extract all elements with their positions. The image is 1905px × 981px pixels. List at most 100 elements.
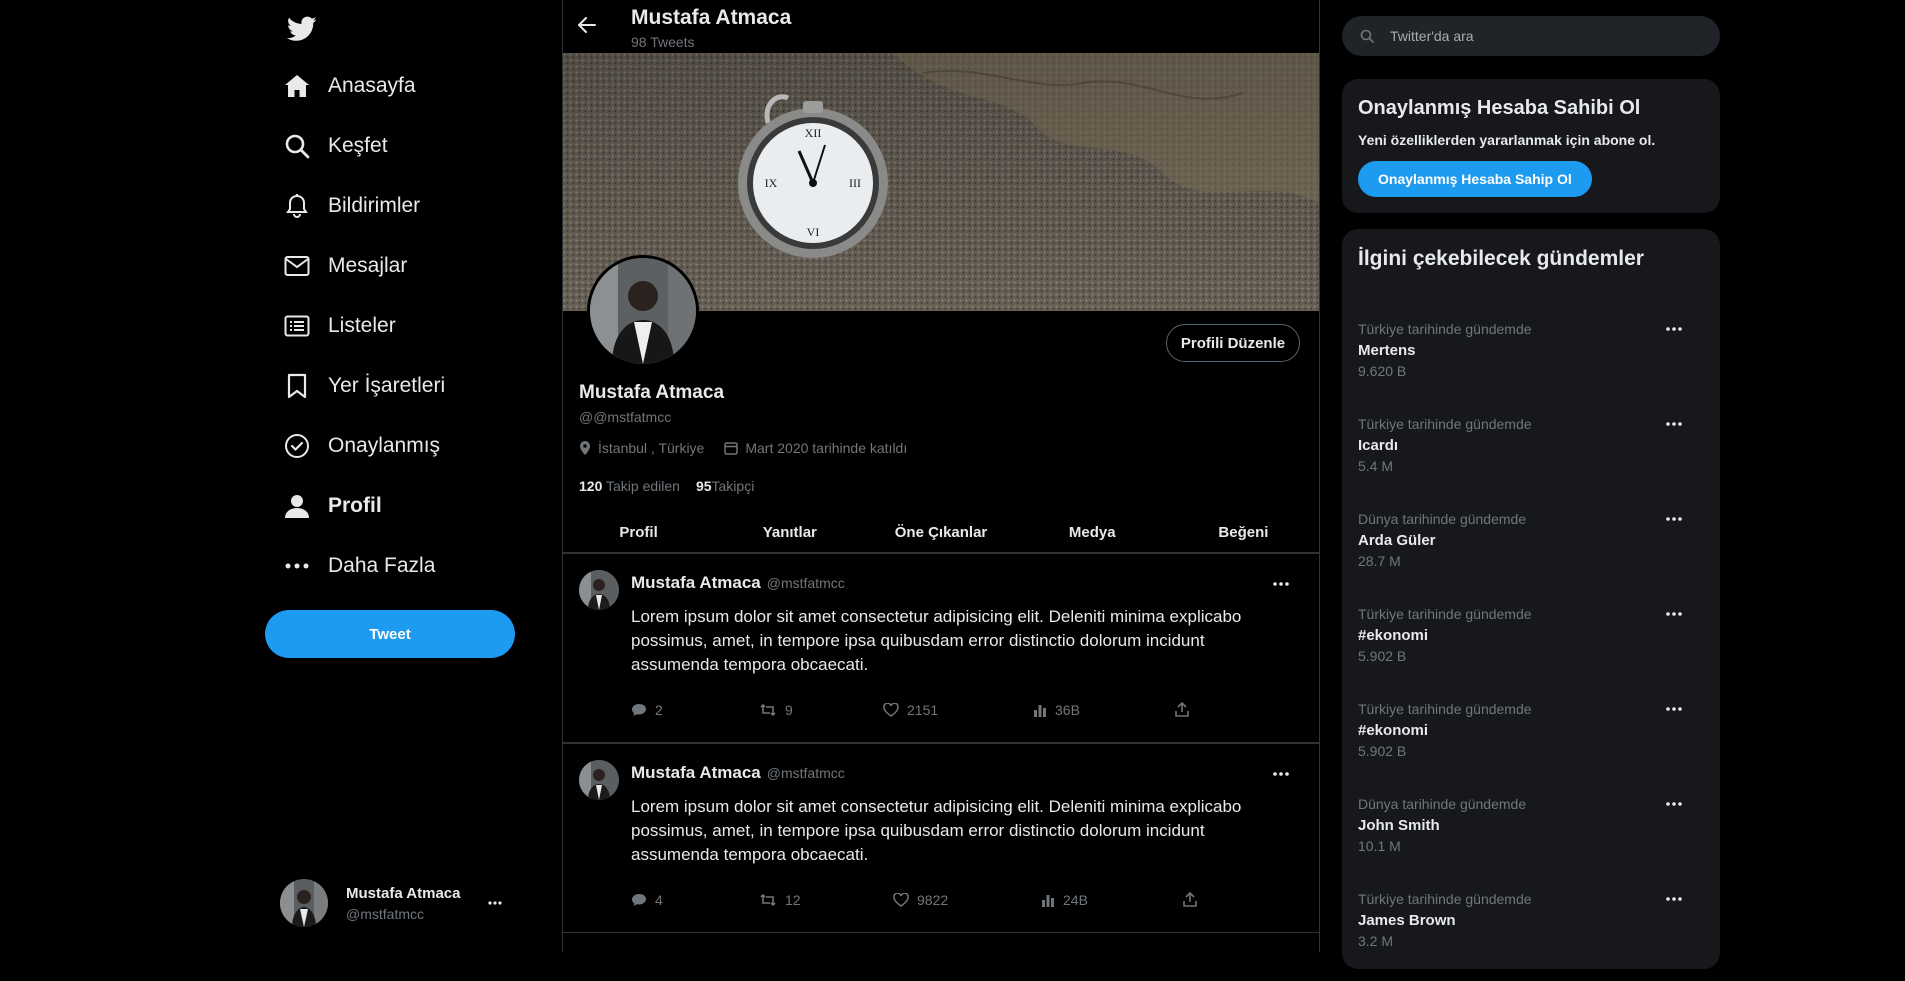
tab-highlights[interactable]: Öne Çıkanlar [865,512,1016,552]
nav-item-notifications[interactable]: Bildirimler [280,176,445,236]
trend-name: James Brown [1358,912,1456,929]
more-icon[interactable] [1666,422,1682,426]
nav-item-explore[interactable]: Keşfet [280,116,445,176]
reply-button[interactable]: 2 [631,702,663,718]
nav-label: Yer İşaretleri [328,374,446,397]
heart-icon [893,893,917,907]
retweet-button[interactable]: 9 [759,702,793,718]
svg-text:XII: XII [805,126,822,140]
nav-label: Onaylanmış [328,434,441,457]
left-sidebar: Anasayfa Keşfet Bildirimler Mesajlar Lis… [0,0,562,952]
tweet-author-name[interactable]: Mustafa Atmaca [631,573,761,593]
more-icon[interactable] [1666,517,1682,521]
tweet-actions: 4 12 9822 24B [631,892,1231,914]
reply-button[interactable]: 4 [631,892,663,908]
retweet-icon [759,893,785,907]
back-arrow-icon[interactable] [578,17,598,37]
trend-name: Mertens [1358,342,1416,359]
trend-item[interactable]: Türkiye tarihinde gündemde Mertens 9.620… [1342,321,1720,411]
subscribe-button[interactable]: Onaylanmış Hesaba Sahip Ol [1358,161,1592,197]
nav-item-verified[interactable]: Onaylanmış [280,416,445,476]
trend-count: 5.902 B [1358,743,1407,759]
followers-link[interactable]: 95Takipçi [696,478,754,494]
like-button[interactable]: 9822 [893,892,948,908]
profile-join-date: Mart 2020 tarihinde katıldı [745,440,908,456]
trend-item[interactable]: Türkiye tarihinde gündemde James Brown 3… [1342,891,1720,981]
tweet-author-name[interactable]: Mustafa Atmaca [631,763,761,783]
views-button[interactable]: 36B [1033,702,1080,718]
trend-item[interactable]: Türkiye tarihinde gündemde #ekonomi 5.90… [1342,701,1720,791]
tweet-text: Lorem ipsum dolor sit amet consectetur a… [631,607,1242,674]
nav-label: Keşfet [328,134,388,157]
avatar [280,879,328,927]
more-icon[interactable] [1666,327,1682,331]
trend-item[interactable]: Dünya tarihinde gündemde Arda Güler 28.7… [1342,511,1720,601]
profile-meta: İstanbul , Türkiye Mart 2020 tarihinde k… [579,440,927,456]
nav-label: Listeler [328,314,396,337]
share-icon [1183,892,1205,907]
trend-item[interactable]: Türkiye tarihinde gündemde #ekonomi 5.90… [1342,606,1720,696]
trend-context: Dünya tarihinde gündemde [1358,796,1527,812]
trend-context: Türkiye tarihinde gündemde [1358,321,1532,337]
more-icon[interactable] [1666,897,1682,901]
tweet-card[interactable]: Mustafa Atmaca @mstfatmcc Lorem ipsum do… [563,553,1319,743]
retweet-button[interactable]: 12 [759,892,801,908]
trend-context: Türkiye tarihinde gündemde [1358,891,1532,907]
tweet-author-handle[interactable]: @mstfatmcc [767,575,845,591]
following-link[interactable]: 120 Takip edilen [579,478,680,494]
nav-item-bookmarks[interactable]: Yer İşaretleri [280,356,445,416]
share-button[interactable] [1175,702,1197,717]
twitter-logo-icon[interactable] [287,16,317,46]
trend-item[interactable]: Türkiye tarihinde gündemde Icardı 5.4 M [1342,416,1720,506]
more-icon[interactable] [488,901,510,905]
avatar[interactable] [579,760,619,800]
views-button[interactable]: 24B [1041,892,1088,908]
tweet-author-handle[interactable]: @mstfatmcc [767,765,845,781]
tab-media[interactable]: Medya [1017,512,1168,552]
more-icon [280,549,314,583]
more-icon[interactable] [1273,772,1289,776]
bookmark-icon [280,369,314,403]
share-button[interactable] [1183,892,1205,907]
nav-item-messages[interactable]: Mesajlar [280,236,445,296]
tweet-text: Lorem ipsum dolor sit amet consectetur a… [631,797,1242,864]
tab-likes[interactable]: Beğeni [1168,512,1319,552]
edit-profile-button[interactable]: Profili Düzenle [1166,324,1300,362]
trend-context: Türkiye tarihinde gündemde [1358,606,1532,622]
nav-item-home[interactable]: Anasayfa [280,56,445,116]
trend-count: 5.4 M [1358,458,1394,474]
card-title: İlgini çekebilecek gündemler [1358,247,1644,270]
nav-item-more[interactable]: Daha Fazla [280,536,445,596]
trend-item[interactable]: Dünya tarihinde gündemde John Smith 10.1… [1342,796,1720,886]
like-button[interactable]: 2151 [883,702,938,718]
nav-label: Anasayfa [328,74,416,97]
more-icon[interactable] [1666,612,1682,616]
tweet-button[interactable]: Tweet [265,610,515,658]
profile-location: İstanbul , Türkiye [598,440,705,456]
trend-context: Türkiye tarihinde gündemde [1358,701,1532,717]
profile-avatar[interactable] [587,255,699,367]
svg-text:IX: IX [765,176,778,190]
card-title: Onaylanmış Hesaba Sahibi Ol [1358,97,1641,119]
heart-icon [883,703,907,717]
nav-item-profile[interactable]: Profil [280,476,445,536]
trend-name: #ekonomi [1358,627,1429,644]
account-switcher[interactable]: Mustafa Atmaca @mstfatmcc [280,878,510,928]
chart-icon [1041,893,1063,907]
bell-icon [280,189,314,223]
location-pin-icon [579,440,598,456]
nav-label: Profil [328,494,382,517]
more-icon[interactable] [1666,802,1682,806]
tweet-card[interactable]: Mustafa Atmaca @mstfatmcc Lorem ipsum do… [563,743,1319,933]
comment-icon [631,703,655,717]
search-input[interactable] [1388,27,1692,45]
nav-item-lists[interactable]: Listeler [280,296,445,356]
search-bar[interactable] [1342,16,1720,56]
more-icon[interactable] [1666,707,1682,711]
tab-profile[interactable]: Profil [563,512,714,552]
more-icon[interactable] [1273,582,1289,586]
profile-name: Mustafa Atmaca [579,382,725,403]
verified-icon [280,429,314,463]
avatar[interactable] [579,570,619,610]
tab-replies[interactable]: Yanıtlar [714,512,865,552]
